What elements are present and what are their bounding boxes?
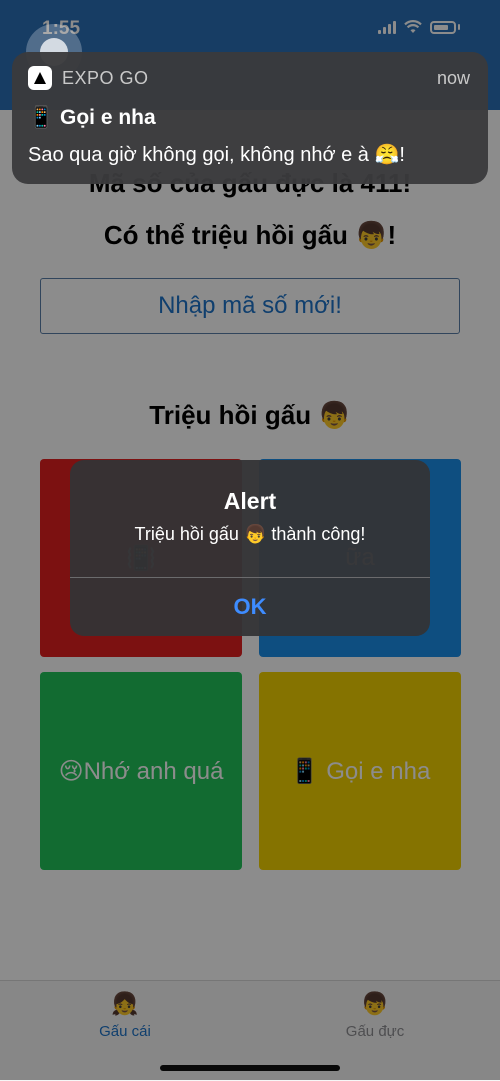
notification-title: 📱 Gọi e nha bbox=[28, 106, 156, 129]
notification-app-name: EXPO GO bbox=[62, 68, 149, 88]
expo-app-icon bbox=[28, 66, 52, 90]
alert-ok-button[interactable]: OK bbox=[70, 578, 430, 636]
notification-body: Sao qua giờ không gọi, không nhớ e à 😤! bbox=[28, 144, 405, 166]
notification-time: now bbox=[436, 68, 470, 88]
notification-banner[interactable]: EXPO GO now 📱 Gọi e nha Sao qua giờ khôn… bbox=[12, 52, 488, 184]
alert-dialog: Alert Triệu hồi gấu 👦 thành công! OK bbox=[70, 460, 430, 636]
alert-message: Triệu hồi gấu 👦 thành công! bbox=[134, 524, 366, 544]
alert-title: Alert bbox=[223, 488, 277, 514]
